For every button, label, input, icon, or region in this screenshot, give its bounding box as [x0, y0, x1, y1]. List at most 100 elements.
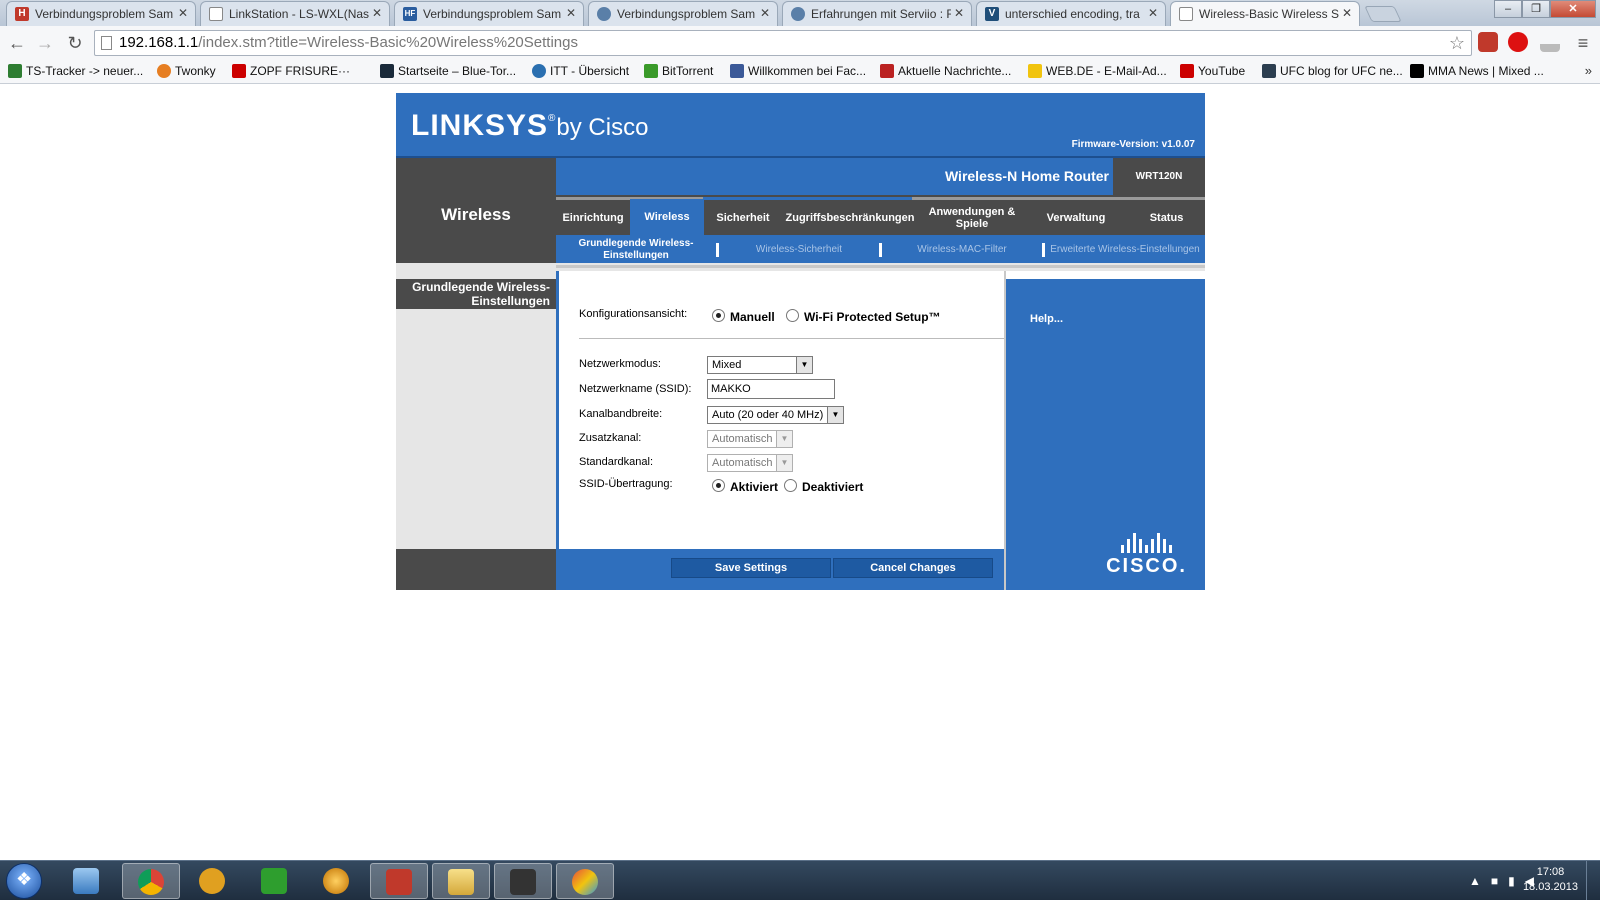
bookmark-item[interactable]: TS-Tracker -> neuer...	[8, 64, 143, 78]
chevron-down-icon: ▼	[796, 357, 812, 373]
chevron-down-icon: ▼	[776, 455, 792, 471]
close-tab-icon[interactable]: ✕	[372, 6, 382, 20]
subtab-basic-wireless[interactable]: Grundlegende Wireless-Einstellungen	[556, 237, 716, 263]
bookmark-label: TS-Tracker -> neuer...	[26, 64, 144, 78]
close-window-icon[interactable]: ✕	[1550, 0, 1596, 18]
cancel-changes-button[interactable]: Cancel Changes	[833, 558, 993, 578]
broadcast-off-radio[interactable]	[784, 479, 797, 492]
signal-extension-icon[interactable]	[1540, 32, 1560, 52]
menu-icon[interactable]: ≡	[1572, 32, 1594, 54]
show-desktop-button[interactable]	[1586, 861, 1600, 900]
clock[interactable]: 17:08 18.03.2013	[1523, 865, 1578, 895]
browser-tab-6[interactable]: V unterschied encoding, tra ✕	[976, 1, 1166, 26]
taskbar-app-3[interactable]	[494, 863, 552, 899]
tab-title: Wireless-Basic Wireless Se	[1199, 7, 1339, 21]
bookmark-item[interactable]: Startseite – Blue-Tor...	[380, 64, 516, 78]
bookmark-item[interactable]: MMA News | Mixed ...	[1410, 64, 1544, 78]
browser-tab-4[interactable]: Verbindungsproblem Sam ✕	[588, 1, 778, 26]
tab-wireless[interactable]: Wireless	[630, 199, 704, 235]
tab-sicherheit[interactable]: Sicherheit	[704, 201, 782, 235]
tab-status[interactable]: Status	[1128, 201, 1205, 235]
subtab-mac-filter[interactable]: Wireless-MAC-Filter	[882, 237, 1042, 263]
bookmark-item[interactable]: WEB.DE - E-Mail-Ad...	[1028, 64, 1167, 78]
address-bar[interactable]: 192.168.1.1/index.stm?title=Wireless-Bas…	[94, 30, 1472, 56]
adblock-icon[interactable]	[1508, 32, 1528, 52]
url-text: 192.168.1.1/index.stm?title=Wireless-Bas…	[119, 31, 578, 55]
save-settings-button[interactable]: Save Settings	[671, 558, 831, 578]
bookmark-label: Willkommen bei Fac...	[748, 64, 867, 78]
broadcast-off-label: Deaktiviert	[802, 480, 864, 494]
close-tab-icon[interactable]: ✕	[760, 6, 770, 20]
tab-title: Verbindungsproblem Sam	[35, 7, 174, 21]
tab-zugriffsbeschraenkungen[interactable]: Zugriffsbeschränkungen	[780, 201, 920, 235]
globe-icon	[597, 7, 611, 21]
taskbar-explorer[interactable]	[58, 863, 116, 899]
section-title: Wireless	[441, 205, 511, 224]
restore-icon[interactable]: ❐	[1522, 0, 1550, 18]
globe-icon	[791, 7, 805, 21]
broadcast-on-radio[interactable]	[712, 479, 725, 492]
chrome-icon	[138, 869, 164, 895]
back-icon[interactable]: ←	[6, 32, 28, 54]
browser-tab-5[interactable]: Erfahrungen mit Serviio : F ✕	[782, 1, 972, 26]
facebook-icon	[730, 64, 744, 78]
paint-icon	[572, 869, 598, 895]
taskbar-paint[interactable]	[556, 863, 614, 899]
more-bookmarks-icon[interactable]: »	[1585, 63, 1592, 78]
console-icon	[510, 869, 536, 895]
browser-tab-3[interactable]: HF Verbindungsproblem Sam ✕	[394, 1, 584, 26]
config-manual-radio[interactable]	[712, 309, 725, 322]
taskbar-chrome[interactable]	[122, 863, 180, 899]
reload-icon[interactable]: ↻	[64, 32, 86, 54]
close-tab-icon[interactable]: ✕	[1148, 6, 1158, 20]
bookmark-favicon-icon	[880, 64, 894, 78]
taskbar-media[interactable]	[308, 863, 366, 899]
bookmark-item[interactable]: Aktuelle Nachrichte...	[880, 64, 1011, 78]
tray-arrow-icon[interactable]: ▲	[1469, 874, 1481, 888]
tab-title: Verbindungsproblem Sam	[423, 7, 562, 21]
subtab-advanced-wireless[interactable]: Erweiterte Wireless-Einstellungen	[1045, 237, 1205, 263]
settings-form: Konfigurationsansicht: Manuell Wi-Fi Pro…	[556, 271, 1004, 549]
browser-tab-2[interactable]: LinkStation - LS-WXL(Nas ✕	[200, 1, 390, 26]
close-tab-icon[interactable]: ✕	[566, 6, 576, 20]
minimize-icon[interactable]: –	[1494, 0, 1522, 18]
taskbar-app[interactable]	[184, 863, 242, 899]
extension-icon[interactable]	[1478, 32, 1498, 52]
start-button[interactable]	[6, 863, 42, 899]
browser-tab-1[interactable]: H Verbindungsproblem Sam ✕	[6, 1, 196, 26]
bookmark-item[interactable]: ITT - Übersicht	[532, 64, 629, 78]
subtab-wireless-security[interactable]: Wireless-Sicherheit	[719, 237, 879, 263]
forward-icon[interactable]: →	[34, 32, 56, 54]
left-panel-heading: Grundlegende Wireless-Einstellungen	[396, 279, 556, 309]
tab-einrichtung[interactable]: Einrichtung	[556, 201, 630, 235]
broadcast-on-label: Aktiviert	[730, 480, 779, 494]
bandwidth-select[interactable]: Auto (20 oder 40 MHz) ▼	[707, 406, 844, 424]
tab-anwendungen-spiele[interactable]: Anwendungen & Spiele	[920, 201, 1024, 235]
ssid-input[interactable]	[707, 379, 835, 399]
model-badge: WRT120N	[1113, 158, 1205, 195]
browser-tab-7-active[interactable]: Wireless-Basic Wireless Se ✕	[1170, 1, 1360, 26]
cisco-logo: CISCO.	[1106, 531, 1187, 578]
config-wps-radio[interactable]	[786, 309, 799, 322]
bookmark-item[interactable]: ZOPF FRISURE···	[232, 64, 350, 78]
bookmark-item[interactable]: BitTorrent	[644, 64, 713, 78]
bookmark-item[interactable]: Willkommen bei Fac...	[730, 64, 866, 78]
close-tab-icon[interactable]: ✕	[1342, 6, 1352, 20]
form-divider	[579, 338, 1004, 339]
tray-app-icon[interactable]: ■	[1491, 874, 1498, 888]
firmware-version: Firmware-Version: v1.0.07	[1071, 139, 1195, 150]
close-tab-icon[interactable]: ✕	[178, 6, 188, 20]
bookmark-item[interactable]: Twonky	[157, 64, 216, 78]
bookmark-star-icon[interactable]: ☆	[1449, 31, 1465, 55]
help-link[interactable]: Help...	[1030, 313, 1063, 325]
tab-verwaltung[interactable]: Verwaltung	[1024, 201, 1128, 235]
bookmark-item[interactable]: YouTube	[1180, 64, 1245, 78]
taskbar-folder[interactable]	[432, 863, 490, 899]
new-tab-button[interactable]	[1364, 6, 1402, 22]
bookmark-item[interactable]: UFC blog for UFC ne...	[1262, 64, 1403, 78]
close-tab-icon[interactable]: ✕	[954, 6, 964, 20]
taskbar-app-2[interactable]	[370, 863, 428, 899]
network-mode-select[interactable]: Mixed ▼	[707, 356, 813, 374]
taskbar-utorrent[interactable]	[246, 863, 304, 899]
network-icon[interactable]: ▮	[1508, 874, 1515, 888]
